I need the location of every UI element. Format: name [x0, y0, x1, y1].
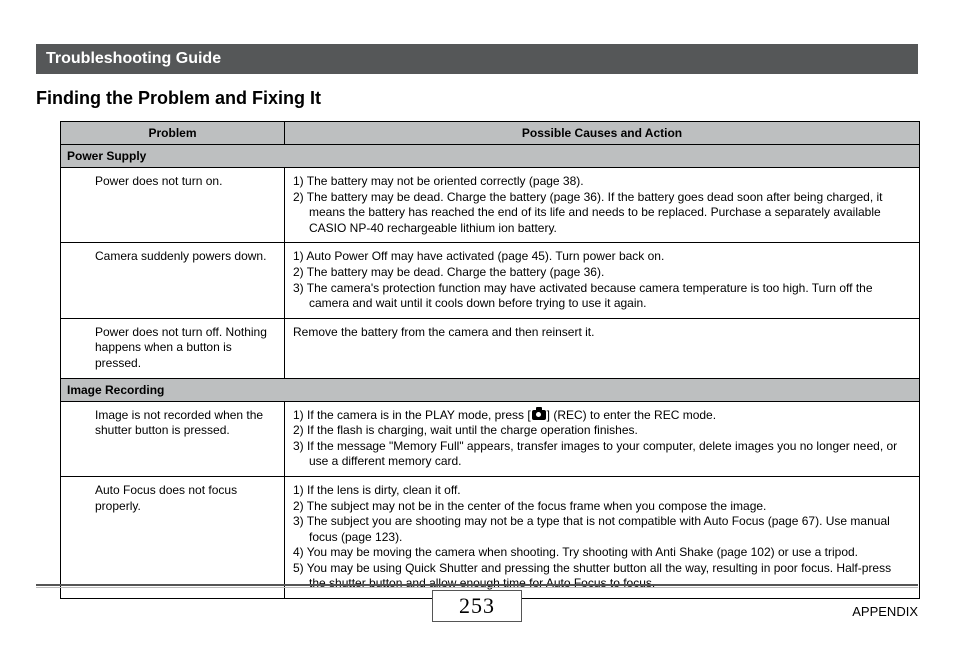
action-item: 2) If the flash is charging, wait until …	[293, 423, 911, 439]
table-row: Camera suddenly powers down. 1) Auto Powe…	[61, 243, 920, 318]
action-cell: Remove the battery from the camera and t…	[285, 318, 920, 378]
action-cell: 1) If the lens is dirty, clean it off.2)…	[285, 476, 920, 598]
page-number: 253	[432, 590, 522, 622]
col-header-problem: Problem	[61, 122, 285, 145]
problem-cell: Power does not turn off. Nothing happens…	[87, 318, 285, 378]
action-item: 2) The battery may be dead. Charge the b…	[293, 265, 911, 281]
indent-cell	[61, 168, 88, 243]
action-item: 3) The subject you are shooting may not …	[293, 514, 911, 545]
problem-cell: Camera suddenly powers down.	[87, 243, 285, 318]
appendix-label: APPENDIX	[852, 604, 918, 619]
action-item: 1) If the camera is in the PLAY mode, pr…	[293, 408, 911, 424]
page-footer: 253 APPENDIX	[36, 584, 918, 630]
action-cell: 1) Auto Power Off may have activated (pa…	[285, 243, 920, 318]
action-item: 1) If the lens is dirty, clean it off.	[293, 483, 911, 499]
manual-page: Troubleshooting Guide Finding the Proble…	[0, 0, 954, 646]
action-cell: 1) The battery may not be oriented corre…	[285, 168, 920, 243]
category-label: Image Recording	[61, 378, 920, 401]
section-title-text: Troubleshooting Guide	[46, 50, 221, 67]
action-item: 3) The camera's protection function may …	[293, 281, 911, 312]
camera-icon	[532, 410, 546, 420]
section-title-bar: Troubleshooting Guide	[36, 44, 918, 74]
problem-cell: Auto Focus does not focus properly.	[87, 476, 285, 598]
category-label: Power Supply	[61, 145, 920, 168]
table-row: Image is not recorded when the shutter b…	[61, 401, 920, 476]
category-row: Image Recording	[61, 378, 920, 401]
action-item-text-post: ] (REC) to enter the REC mode.	[547, 408, 716, 422]
table-row: Power does not turn on. 1) The battery ma…	[61, 168, 920, 243]
footer-rule	[36, 584, 918, 588]
action-item: 3) If the message "Memory Full" appears,…	[293, 439, 911, 470]
action-item: 1) The battery may not be oriented corre…	[293, 174, 911, 190]
indent-cell	[61, 476, 88, 598]
action-cell: 1) If the camera is in the PLAY mode, pr…	[285, 401, 920, 476]
col-header-action: Possible Causes and Action	[285, 122, 920, 145]
action-item: 1) Auto Power Off may have activated (pa…	[293, 249, 911, 265]
table-row: Auto Focus does not focus properly.1) If…	[61, 476, 920, 598]
table-row: Power does not turn off. Nothing happens…	[61, 318, 920, 378]
action-item: 4) You may be moving the camera when sho…	[293, 545, 911, 561]
indent-cell	[61, 243, 88, 318]
sub-heading: Finding the Problem and Fixing It	[36, 88, 918, 109]
action-item: Remove the battery from the camera and t…	[293, 325, 911, 341]
indent-cell	[61, 318, 88, 378]
action-item-text-pre: 1) If the camera is in the PLAY mode, pr…	[293, 408, 531, 422]
table-body: Power SupplyPower does not turn on. 1) Th…	[61, 145, 920, 599]
action-item: 2) The subject may not be in the center …	[293, 499, 911, 515]
troubleshooting-table: Problem Possible Causes and Action Power…	[60, 121, 920, 599]
action-item: 2) The battery may be dead. Charge the b…	[293, 190, 911, 237]
indent-cell	[61, 401, 88, 476]
category-row: Power Supply	[61, 145, 920, 168]
problem-cell: Image is not recorded when the shutter b…	[87, 401, 285, 476]
problem-cell: Power does not turn on.	[87, 168, 285, 243]
